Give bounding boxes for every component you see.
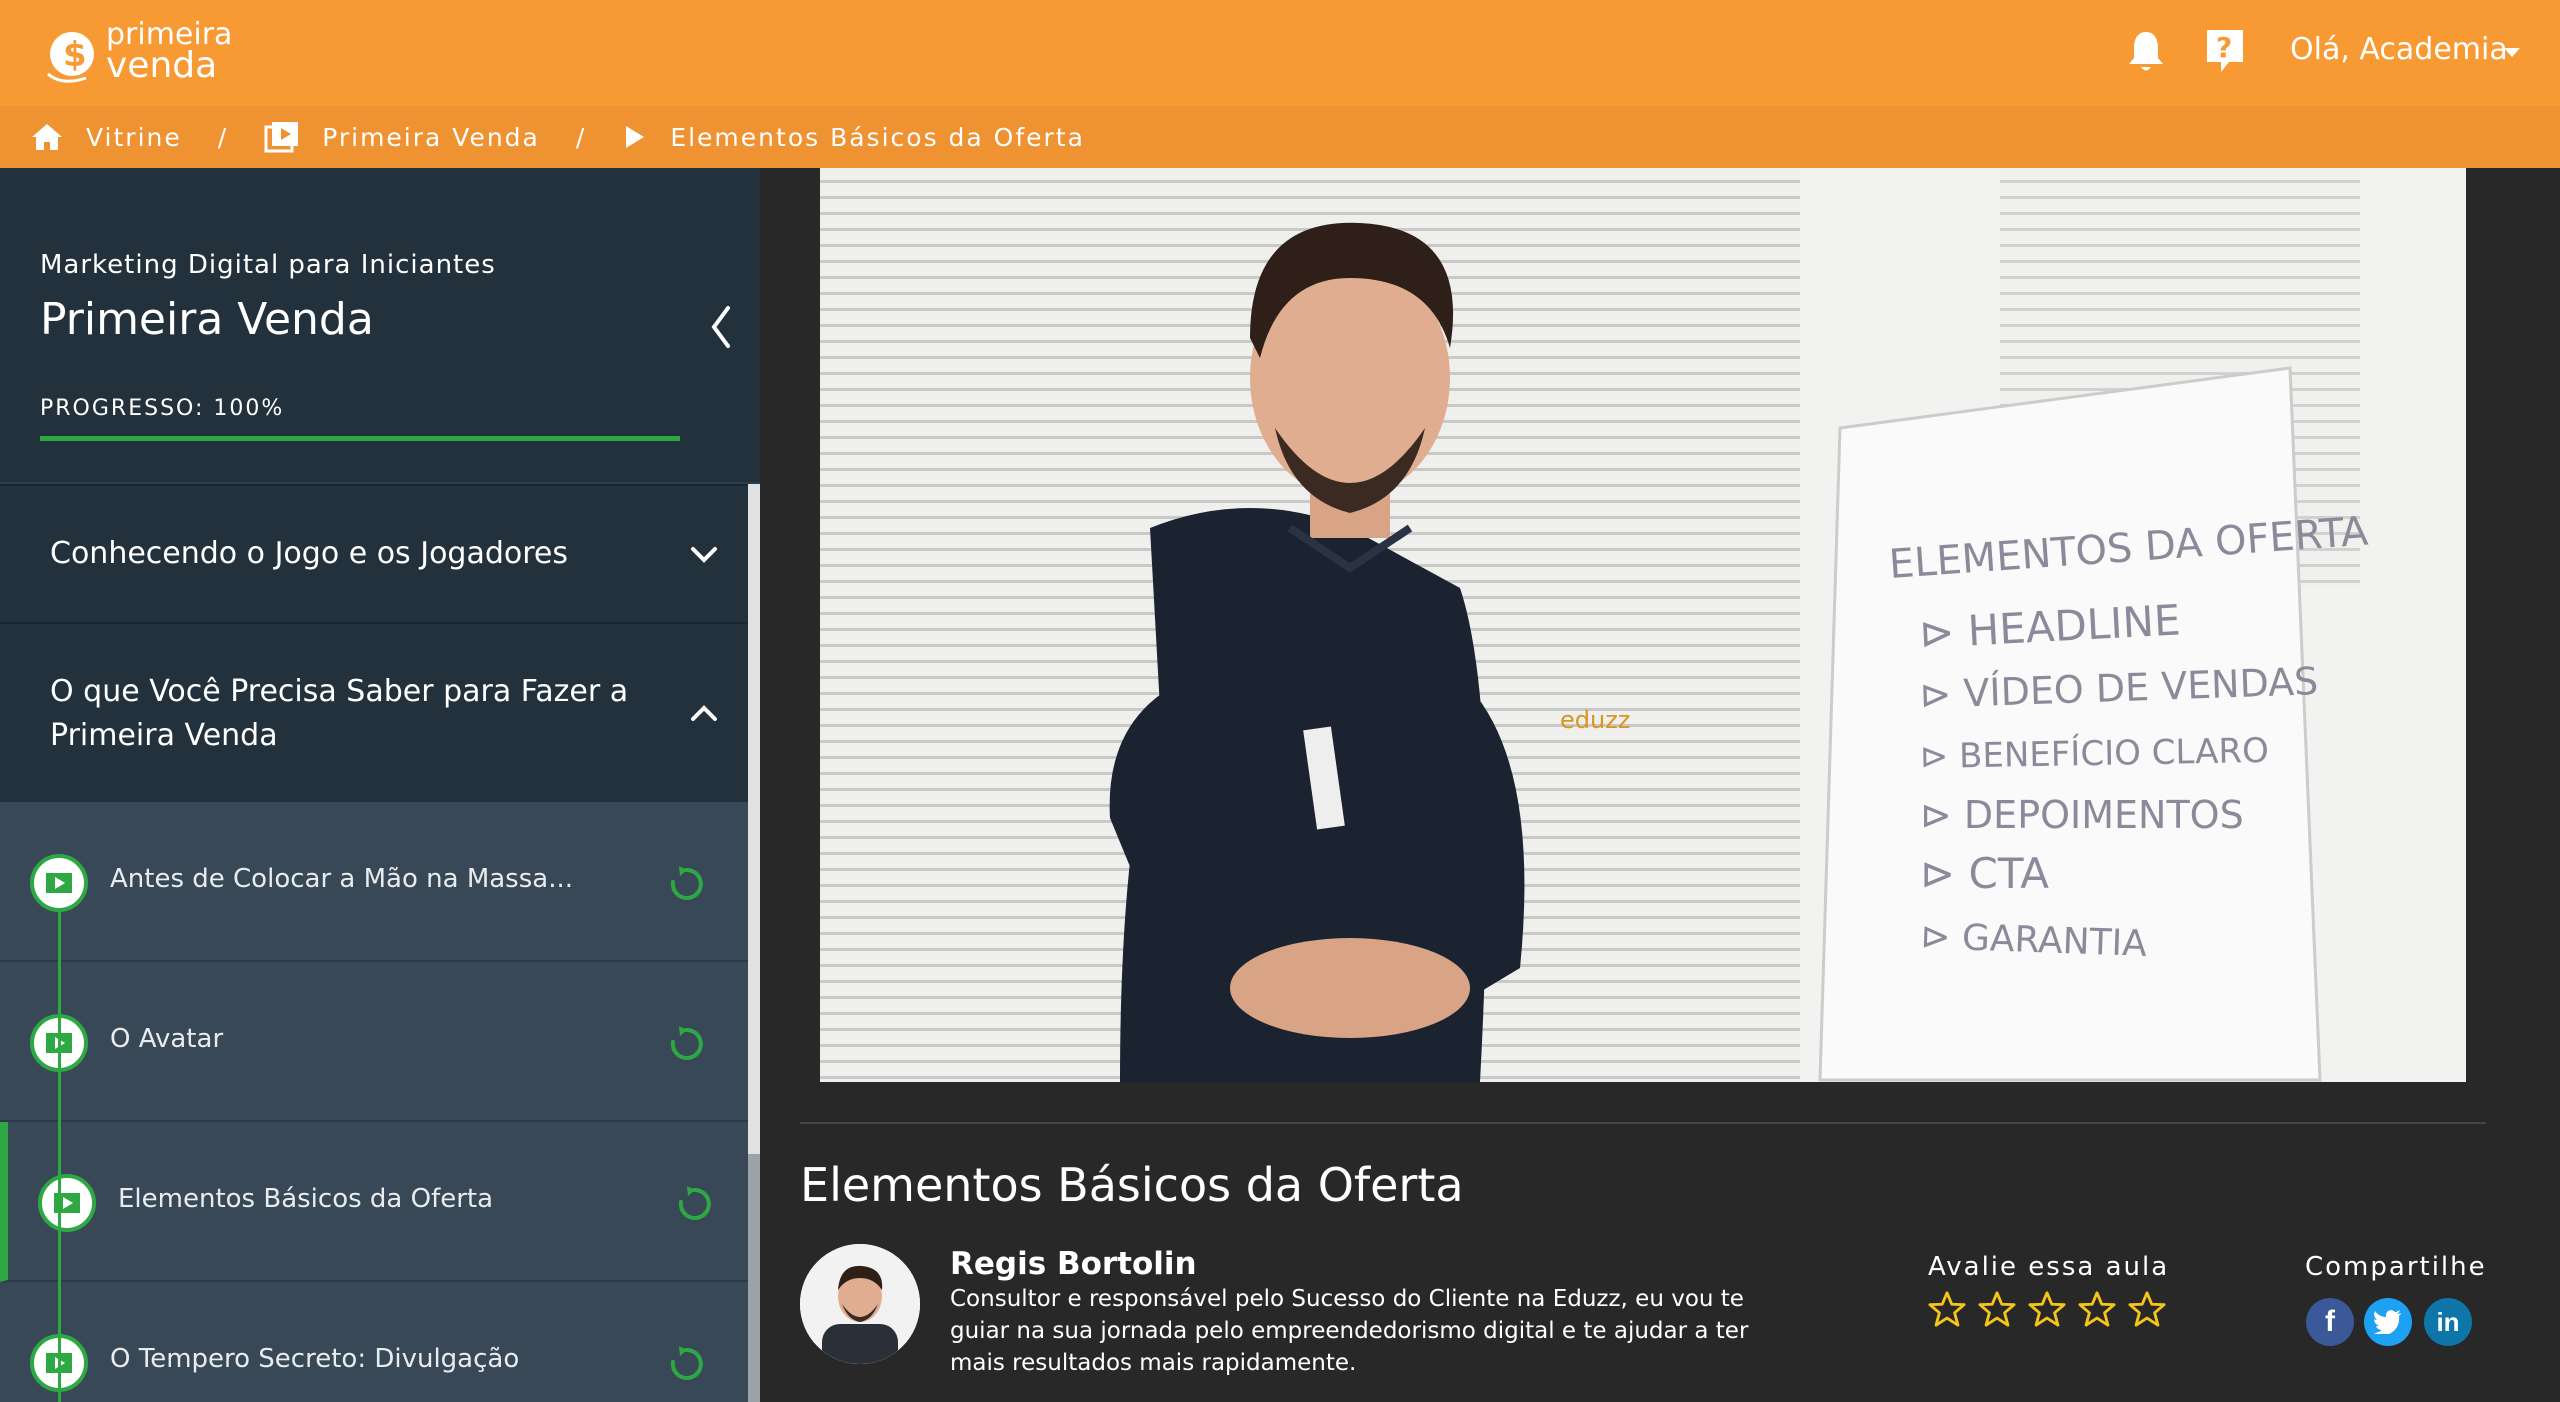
lesson-title: O Avatar [110, 1024, 224, 1054]
replay-icon[interactable] [666, 864, 706, 904]
star-icon[interactable] [1978, 1290, 2016, 1328]
lesson-timeline-line [58, 910, 61, 1402]
lesson-item[interactable]: Antes de Colocar a Mão na Massa... [0, 802, 748, 962]
progress-label: PROGRESSO: 100% [40, 396, 285, 421]
user-menu[interactable]: Olá, Academia [2290, 32, 2508, 67]
logo-line-2: venda [106, 45, 218, 86]
breadcrumb-current-lesson[interactable]: Elementos Básicos da Oferta [622, 123, 1085, 152]
replay-icon[interactable] [674, 1184, 714, 1224]
star-icon[interactable] [2128, 1290, 2166, 1328]
course-title: Primeira Venda [40, 294, 374, 345]
chevron-up-icon [691, 705, 717, 721]
breadcrumb-label: Primeira Venda [322, 122, 540, 152]
course-subtitle: Marketing Digital para Iniciantes [40, 250, 496, 280]
lesson-item[interactable]: O Avatar [0, 962, 748, 1122]
replay-icon[interactable] [666, 1344, 706, 1384]
module-title: O que Você Precisa Saber para Fazer a Pr… [50, 670, 628, 758]
video-library-icon [264, 122, 299, 153]
svg-text:?: ? [2216, 31, 2232, 64]
lesson-item[interactable]: O Tempero Secreto: Divulgação [0, 1282, 748, 1402]
help-question-icon[interactable]: ? [2205, 28, 2245, 74]
home-icon [32, 124, 62, 150]
replay-icon[interactable] [666, 1024, 706, 1064]
top-bar: $ primeira venda ? Olá, Academia [0, 0, 2560, 106]
breadcrumb-label: Vitrine [86, 122, 182, 152]
star-icon[interactable] [2078, 1290, 2116, 1328]
user-menu-caret-icon[interactable] [2504, 48, 2520, 57]
logo-text: primeira venda [106, 20, 232, 84]
module-o-que-voce-precisa-saber[interactable]: O que Você Precisa Saber para Fazer a Pr… [0, 622, 748, 802]
share-label: Compartilhe [2305, 1252, 2487, 1282]
lesson-title: O Tempero Secreto: Divulgação [110, 1344, 520, 1374]
star-icon[interactable] [2028, 1290, 2066, 1328]
progress-bar [40, 436, 680, 441]
lesson-heading: Elementos Básicos da Oferta [800, 1158, 1464, 1212]
breadcrumb-separator: / [217, 122, 229, 152]
author-name: Regis Bortolin [950, 1246, 1197, 1282]
breadcrumb-primeira-venda[interactable]: Primeira Venda [264, 121, 540, 153]
svg-text:$: $ [63, 35, 87, 75]
author-avatar [800, 1244, 920, 1364]
video-frame: ELEMENTOS DA OFERTA ⊳ HEADLINE ⊳ VÍDEO D… [820, 168, 2466, 1082]
logo-mark-icon: $ [47, 32, 94, 83]
chevron-down-icon [691, 547, 717, 563]
linkedin-icon[interactable]: in [2424, 1298, 2472, 1346]
breadcrumb-label: Elementos Básicos da Oferta [670, 122, 1085, 152]
module-title: Conhecendo o Jogo e os Jogadores [50, 536, 569, 571]
collapse-sidebar-chevron-left-icon[interactable] [706, 302, 736, 352]
breadcrumb: Vitrine / Primeira Venda / Elementos Bás… [0, 106, 2560, 168]
sidebar-scrollbar[interactable] [748, 484, 760, 1402]
lesson-title: Antes de Colocar a Mão na Massa... [110, 864, 573, 894]
primeira-venda-logo[interactable]: $ primeira venda [42, 16, 232, 90]
module-title-line-1: O que Você Precisa Saber para Fazer a [50, 674, 629, 709]
progress-bar-fill [40, 436, 680, 441]
notifications-bell-icon[interactable] [2126, 28, 2166, 74]
breadcrumb-vitrine[interactable]: Vitrine [30, 122, 182, 152]
flipchart-item: ⊳ GARANTIA [1920, 916, 2148, 965]
breadcrumb-separator: / [575, 122, 587, 152]
facebook-icon[interactable]: f [2306, 1298, 2354, 1346]
rate-lesson-label: Avalie essa aula [1928, 1252, 2170, 1282]
flipchart-item: ⊳ DEPOIMENTOS [1920, 793, 2244, 837]
module-title-line-2: Primeira Venda [50, 718, 278, 753]
lesson-item-active[interactable]: Elementos Básicos da Oferta [0, 1122, 748, 1282]
flipchart-item: ⊳ BENEFÍCIO CLARO [1919, 730, 2269, 777]
lesson-title: Elementos Básicos da Oferta [118, 1184, 494, 1214]
module-conhecendo-o-jogo[interactable]: Conhecendo o Jogo e os Jogadores [0, 484, 748, 622]
author-bio: Consultor e responsável pelo Sucesso do … [950, 1286, 1749, 1376]
shirt-eduzz-logo: eduzz [1560, 706, 1630, 734]
twitter-icon[interactable] [2364, 1298, 2412, 1346]
scrollbar-thumb[interactable] [748, 484, 760, 1154]
course-sidebar: Marketing Digital para Iniciantes Primei… [0, 168, 760, 1402]
star-rating[interactable] [1928, 1290, 2166, 1328]
play-icon [626, 126, 645, 148]
video-lesson-icon [38, 1174, 96, 1232]
video-lesson-icon [30, 854, 88, 912]
flipchart-item: ⊳ CTA [1920, 849, 2049, 898]
video-player[interactable]: ELEMENTOS DA OFERTA ⊳ HEADLINE ⊳ VÍDEO D… [820, 168, 2466, 1082]
content-divider [800, 1122, 2486, 1124]
star-icon[interactable] [1928, 1290, 1966, 1328]
course-header: Marketing Digital para Iniciantes Primei… [0, 168, 760, 482]
